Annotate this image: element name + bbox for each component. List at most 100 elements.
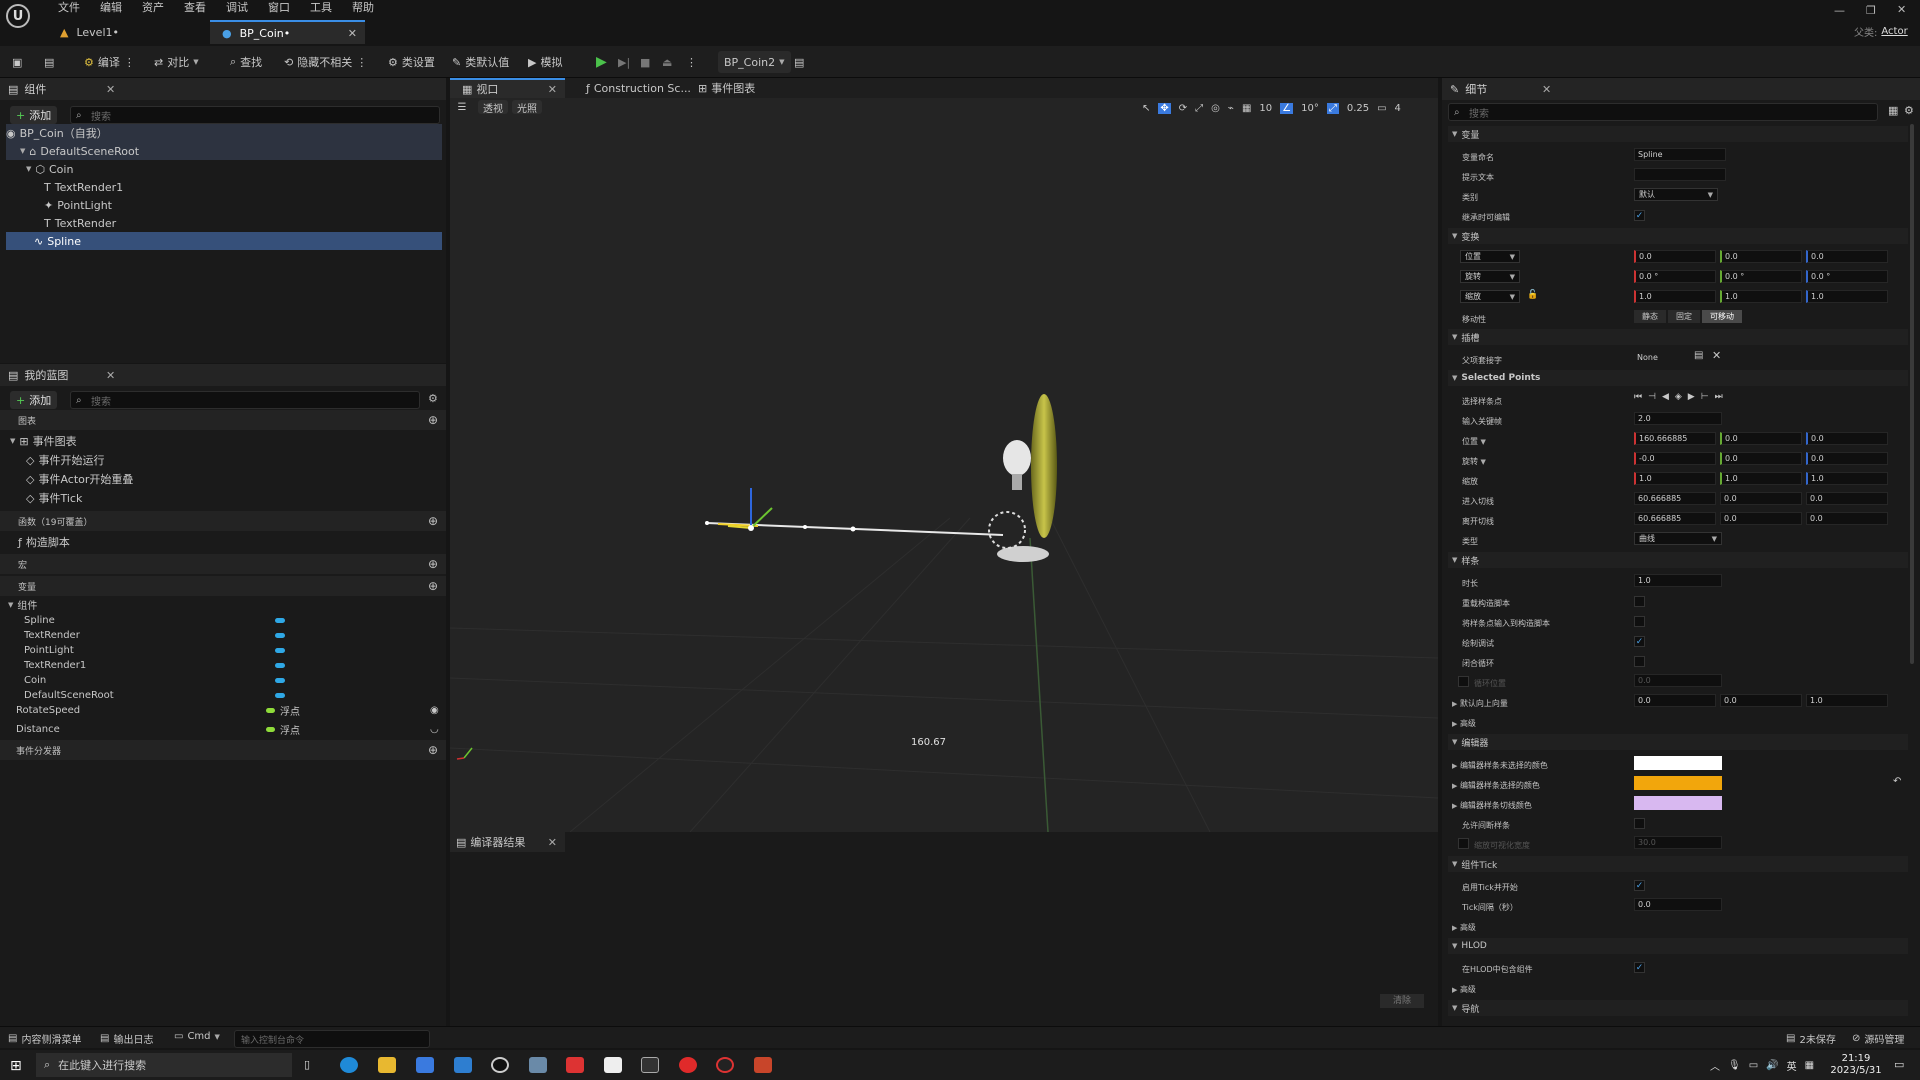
- point-type-dropdown[interactable]: 曲线 ▼: [1634, 532, 1722, 545]
- section-variable[interactable]: ▼ 变量: [1448, 126, 1908, 142]
- leave-tangent-x-field[interactable]: 60.666885: [1634, 512, 1716, 525]
- menu-file[interactable]: 文件: [48, 0, 90, 16]
- content-drawer-button[interactable]: ▤ 内容侧滑菜单: [8, 1031, 81, 1046]
- angle-snap-icon[interactable]: ∠: [1280, 102, 1294, 114]
- perspective-button[interactable]: 透视: [478, 100, 508, 115]
- variables-section[interactable]: 变量 ⊕: [0, 576, 446, 596]
- arrive-tangent-z-field[interactable]: 0.0: [1806, 492, 1888, 505]
- variable-rotatespeed[interactable]: RotateSpeed 浮点 ◉: [16, 703, 446, 718]
- close-window-button[interactable]: ✕: [1897, 3, 1906, 16]
- gear-icon[interactable]: ⚙: [428, 392, 438, 405]
- arrive-tangent-y-field[interactable]: 0.0: [1720, 492, 1802, 505]
- play-button[interactable]: ▶: [596, 51, 607, 73]
- mobility-movable[interactable]: 可移动: [1702, 310, 1742, 323]
- section-advanced-tick[interactable]: ▶ 高级: [1452, 922, 1476, 933]
- step-button[interactable]: ▶|: [618, 51, 630, 73]
- app-icon[interactable]: [566, 1057, 584, 1073]
- camera-speed-icon[interactable]: ▭: [1377, 103, 1386, 114]
- event-item[interactable]: ◇ 事件Actor开始重叠: [26, 470, 133, 488]
- more-icon[interactable]: ⋮: [356, 56, 367, 69]
- add-prev-icon[interactable]: ⊣: [1648, 392, 1656, 402]
- pt-location-z-field[interactable]: 0.0: [1806, 432, 1888, 445]
- more-icon[interactable]: ⋮: [686, 51, 697, 73]
- close-icon[interactable]: ✕: [548, 836, 557, 849]
- pt-scale-x-field[interactable]: 1.0: [1634, 472, 1716, 485]
- lock-icon[interactable]: 🔓: [1527, 290, 1538, 300]
- menu-asset[interactable]: 资产: [132, 0, 174, 16]
- rotation-z-field[interactable]: 0.0 °: [1806, 270, 1888, 283]
- stop-button[interactable]: ■: [640, 51, 650, 73]
- add-circle-icon[interactable]: ⊕: [428, 743, 438, 757]
- component-var[interactable]: DefaultSceneRoot: [24, 688, 114, 703]
- chevron-right-icon[interactable]: ▶: [1452, 700, 1457, 708]
- tree-item-textrender1[interactable]: T TextRender1: [44, 178, 123, 196]
- notification-icon[interactable]: ▭: [1894, 1058, 1904, 1071]
- add-circle-icon[interactable]: ⊕: [428, 413, 438, 427]
- rotation-mode-dropdown[interactable]: 旋转 ▼: [1460, 270, 1520, 283]
- pt-location-y-field[interactable]: 0.0: [1720, 432, 1802, 445]
- tree-item-spline[interactable]: ∿ Spline: [6, 232, 442, 250]
- scale-y-field[interactable]: 1.0: [1720, 290, 1802, 303]
- diff-button[interactable]: ⇄ 对比 ▼: [154, 51, 199, 73]
- class-defaults-button[interactable]: ✎ 类默认值: [452, 51, 509, 73]
- clock[interactable]: 21:19 2023/5/31: [1826, 1053, 1886, 1077]
- hide-unrelated-button[interactable]: ⟲ 隐藏不相关 ⋮: [284, 51, 367, 73]
- pt-rotation-x-field[interactable]: -0.0: [1634, 452, 1716, 465]
- select-first-icon[interactable]: ⏮: [1634, 392, 1642, 402]
- add-component-button[interactable]: + 添加: [10, 106, 58, 124]
- chevron-right-icon[interactable]: ▶: [1452, 782, 1457, 790]
- tick-start-checkbox[interactable]: ✓: [1634, 880, 1645, 891]
- var-name-field[interactable]: Spline: [1634, 148, 1726, 161]
- unsaved-button[interactable]: ▤ 2未保存: [1786, 1031, 1836, 1046]
- volume-icon[interactable]: 🔊: [1766, 1060, 1778, 1071]
- arrive-tangent-x-field[interactable]: 60.666885: [1634, 492, 1716, 505]
- selected-color-swatch[interactable]: [1634, 776, 1722, 790]
- class-settings-button[interactable]: ⚙ 类设置: [388, 51, 435, 73]
- pt-rotation-y-field[interactable]: 0.0: [1720, 452, 1802, 465]
- simulate-button[interactable]: ▶ 模拟: [528, 51, 562, 73]
- component-var[interactable]: Coin: [24, 673, 46, 688]
- move-tool-icon[interactable]: ✥: [1158, 102, 1171, 114]
- component-var[interactable]: Spline: [24, 613, 55, 628]
- close-icon[interactable]: ✕: [1542, 83, 1551, 96]
- chevron-up-icon[interactable]: ︿: [1710, 1058, 1720, 1073]
- close-icon[interactable]: ✕: [548, 83, 557, 96]
- ime-icon[interactable]: ▦: [1805, 1060, 1814, 1071]
- source-control-button[interactable]: ⊘ 源码管理: [1852, 1031, 1904, 1046]
- scale-x-field[interactable]: 1.0: [1634, 290, 1716, 303]
- unreal-taskbar-icon[interactable]: [491, 1057, 509, 1073]
- add-circle-icon[interactable]: ⊕: [428, 514, 438, 528]
- section-advanced[interactable]: ▶ 高级: [1452, 718, 1476, 729]
- find-button[interactable]: ⌕ 查找: [230, 51, 262, 73]
- clear-socket-icon[interactable]: ✕: [1712, 349, 1721, 362]
- scale-snap-icon[interactable]: ⤢: [1326, 102, 1339, 114]
- input-spline-points-checkbox[interactable]: [1634, 616, 1645, 627]
- include-hlod-checkbox[interactable]: ✓: [1634, 962, 1645, 973]
- scale-z-field[interactable]: 1.0: [1806, 290, 1888, 303]
- section-transform[interactable]: ▼ 变换: [1448, 228, 1908, 244]
- store-icon[interactable]: [416, 1057, 434, 1073]
- functions-section[interactable]: 函数（19可覆盖） ⊕: [0, 511, 446, 531]
- tab-level[interactable]: ▲ Level1•: [48, 20, 208, 44]
- restore-button[interactable]: ❐: [1866, 4, 1876, 17]
- parent-socket-field[interactable]: None: [1634, 351, 1690, 364]
- eye-closed-icon[interactable]: ◡: [430, 724, 439, 735]
- select-next-icon[interactable]: ▶: [1688, 392, 1695, 402]
- location-x-field[interactable]: 0.0: [1634, 250, 1716, 263]
- debug-browse-icon[interactable]: ▤: [794, 51, 804, 73]
- output-log-button[interactable]: ▤ 输出日志: [100, 1031, 153, 1046]
- macros-section[interactable]: 宏 ⊕: [0, 554, 446, 574]
- chevron-right-icon[interactable]: ▶: [1452, 762, 1457, 770]
- section-sockets[interactable]: ▼ 插槽: [1448, 329, 1908, 345]
- components-var-group[interactable]: ▼ 组件: [8, 597, 37, 613]
- blueprint-search-input[interactable]: ⌕ 搜索: [70, 391, 420, 409]
- construction-script-item[interactable]: ƒ 构造脚本: [18, 533, 70, 551]
- taskbar-search-input[interactable]: ⌕ 在此键入进行搜索: [36, 1053, 292, 1077]
- world-local-icon[interactable]: ◎: [1211, 103, 1220, 114]
- chevron-right-icon[interactable]: ▶: [1452, 802, 1457, 810]
- duration-field[interactable]: 1.0: [1634, 574, 1722, 587]
- tab-compiler-results[interactable]: ▤ 编译器结果 ✕: [450, 832, 565, 852]
- minimize-button[interactable]: —: [1834, 4, 1845, 17]
- rotation-x-field[interactable]: 0.0 °: [1634, 270, 1716, 283]
- component-var[interactable]: TextRender: [24, 628, 80, 643]
